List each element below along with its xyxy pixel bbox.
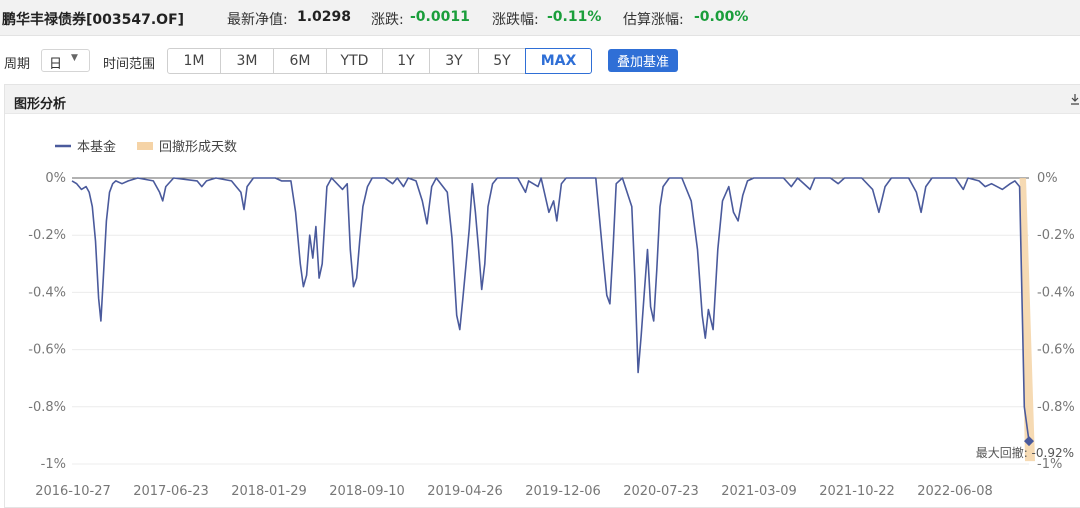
y-right-tick-label: -0.6%	[1037, 343, 1075, 358]
x-tick-label: 2016-10-27	[35, 484, 111, 499]
x-tick-label: 2020-07-23	[623, 484, 699, 499]
x-tick-label: 2019-04-26	[427, 484, 503, 499]
legend-label-drawdown: 回撤形成天数	[159, 139, 237, 155]
y-tick-label: -0.4%	[28, 285, 66, 300]
fund-drawdown-line	[71, 177, 1030, 442]
max-drawdown-label: 最大回撤: -0.92%	[976, 445, 1074, 460]
legend-swatch-drawdown	[137, 142, 153, 150]
x-tick-label: 2021-10-22	[819, 484, 895, 499]
x-tick-label: 2019-12-06	[525, 484, 601, 499]
y-tick-label: -0.2%	[28, 228, 66, 243]
y-right-tick-label: 0%	[1037, 171, 1058, 186]
x-tick-label: 2017-06-23	[133, 484, 209, 499]
drawdown-chart: 0% 0% -0.2% -0.2% -0.4% -0.4% -0.6% -0.6% -0.8% -…	[28, 139, 1075, 499]
legend-label-fund: 本基金	[77, 139, 116, 155]
x-tick-label: 2021-03-09	[721, 484, 797, 499]
y-tick-label: -0.8%	[28, 400, 66, 415]
y-tick-label: 0%	[45, 171, 66, 186]
x-tick-label: 2018-01-29	[231, 484, 307, 499]
y-tick-label: -1%	[41, 457, 66, 472]
x-tick-label: 2022-06-08	[917, 484, 993, 499]
range-button-max[interactable]: MAX	[525, 48, 592, 74]
x-tick-label: 2018-09-10	[329, 484, 405, 499]
y-right-tick-label: -0.4%	[1037, 285, 1075, 300]
y-tick-label: -0.6%	[28, 343, 66, 358]
y-right-tick-label: -0.8%	[1037, 400, 1075, 415]
y-right-tick-label: -0.2%	[1037, 228, 1075, 243]
